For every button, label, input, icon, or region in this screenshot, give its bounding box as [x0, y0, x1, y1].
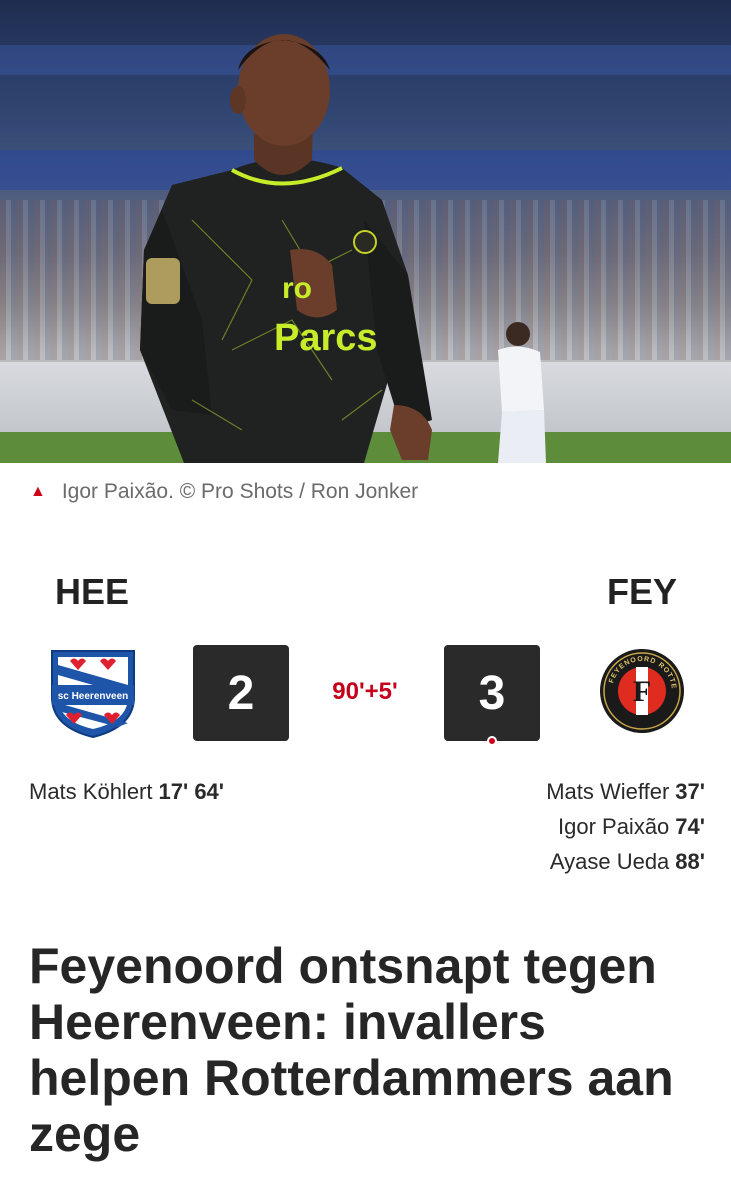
article-headline[interactable]: Feyenoord ontsnapt tegen Heerenveen: inv… [29, 938, 709, 1162]
away-scorers: Mats Wieffer 37' Igor Paixão 74' Ayase Ued… [546, 774, 705, 879]
away-score-value: 3 [478, 666, 506, 720]
hero-photo[interactable]: ro Parcs [0, 0, 731, 463]
home-score-value: 2 [227, 666, 255, 720]
scorer-row[interactable]: Ayase Ueda 88' [546, 844, 705, 879]
scorer-minutes: 17' 64' [158, 779, 225, 804]
scorer-name: Mats Köhlert [29, 779, 153, 804]
scorer-row[interactable]: Mats Köhlert 17' 64' [29, 774, 224, 809]
svg-text:F: F [633, 675, 651, 708]
home-score: 2 [193, 645, 289, 741]
scorer-minutes: 37' [675, 779, 705, 804]
svg-text:ro: ro [282, 272, 312, 305]
scorer-name: Igor Paixão [558, 814, 670, 839]
away-score: 3 [444, 645, 540, 746]
scorer-minutes: 74' [675, 814, 705, 839]
caption-triangle-icon: ▲ [30, 483, 46, 500]
home-team-abbr[interactable]: HEE [55, 571, 129, 613]
feyenoord-crest-icon[interactable]: F FEYENOORD ROTTERDAM [598, 647, 686, 735]
scorer-name: Ayase Ueda [549, 849, 670, 874]
heerenveen-crest-icon[interactable]: sc Heerenveen [48, 647, 138, 739]
scorer-name: Mats Wieffer [546, 779, 670, 804]
svg-text:sc Heerenveen: sc Heerenveen [58, 691, 129, 702]
svg-text:Parcs: Parcs [274, 317, 378, 359]
away-team-abbr[interactable]: FEY [607, 571, 677, 613]
photo-caption: ▲ Igor Paixão. © Pro Shots / Ron Jonker [0, 463, 731, 521]
player-figure: ro Parcs [140, 34, 432, 463]
winner-indicator-dot [487, 736, 497, 746]
home-scorers: Mats Köhlert 17' 64' [29, 774, 224, 809]
scorer-row[interactable]: Igor Paixão 74' [546, 809, 705, 844]
scorer-row[interactable]: Mats Wieffer 37' [546, 774, 705, 809]
caption-text: Igor Paixão. © Pro Shots / Ron Jonker [61, 480, 419, 503]
scorer-minutes: 88' [675, 849, 705, 874]
match-time: 90'+5' [332, 678, 398, 705]
background-player [498, 322, 546, 463]
